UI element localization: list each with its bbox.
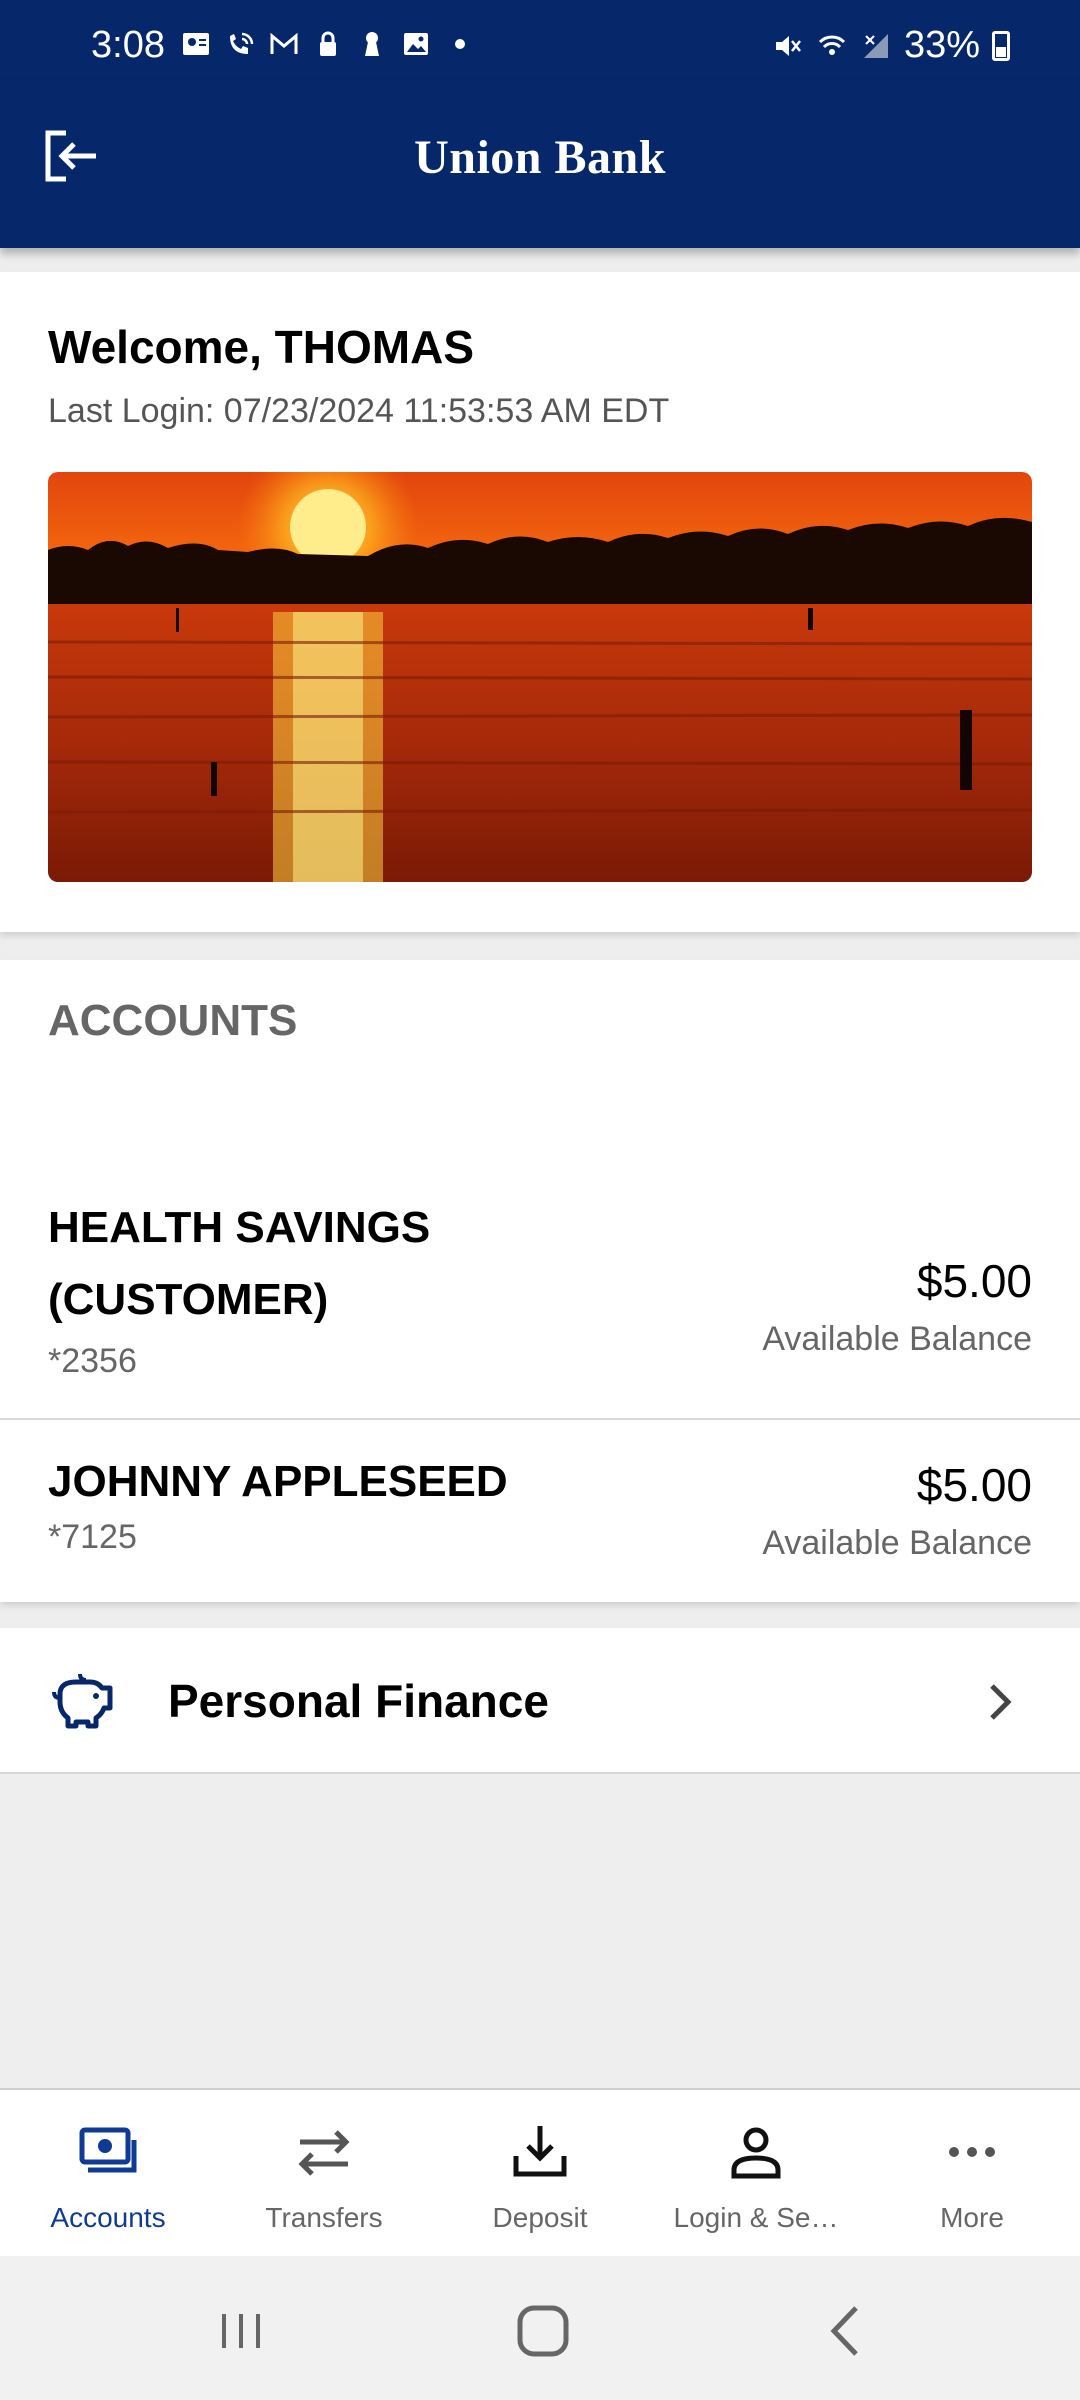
- signal-icon: [863, 33, 888, 58]
- wifi-call-icon: [230, 32, 254, 54]
- tab-more[interactable]: More: [864, 2090, 1080, 2258]
- home-icon[interactable]: [508, 2296, 578, 2366]
- hero-image: [48, 472, 1032, 882]
- status-bar: 3:08 33%: [0, 0, 1080, 80]
- system-nav-bar: [0, 2256, 1080, 2400]
- gallery-icon: [404, 33, 428, 55]
- last-login: Last Login: 07/23/2024 11:53:53 AM EDT: [48, 392, 670, 430]
- mute-icon: [775, 35, 801, 56]
- account-divider: [0, 1418, 1080, 1420]
- piggy-bank-icon: [52, 1673, 113, 1729]
- account-number: *2356: [48, 1342, 137, 1380]
- keyhole-icon: [365, 32, 379, 56]
- tab-label: Deposit: [492, 2202, 588, 2233]
- recent-apps-icon[interactable]: [206, 2296, 276, 2366]
- tab-transfers[interactable]: Transfers: [216, 2090, 432, 2258]
- tab-label: Accounts: [50, 2202, 166, 2233]
- tab-label: Login & Se…: [673, 2202, 839, 2233]
- gmail-icon: [270, 32, 298, 54]
- more-icon: [949, 2147, 995, 2157]
- back-icon[interactable]: [812, 2296, 882, 2366]
- battery-percent: 33%: [903, 24, 980, 66]
- status-time: 3:08: [91, 24, 165, 66]
- tab-label: Transfers: [265, 2202, 383, 2233]
- balance-label: Available Balance: [762, 1320, 1032, 1358]
- user-icon: [731, 2127, 781, 2179]
- welcome-title: Welcome, THOMAS: [48, 321, 474, 373]
- tab-login-security[interactable]: Login & Se…: [648, 2090, 864, 2258]
- accounts-card: ACCOUNTS HEALTH SAVINGS (CUSTOMER) *2356…: [0, 960, 1080, 1602]
- wifi-icon: [818, 35, 845, 55]
- accounts-heading: ACCOUNTS: [48, 996, 298, 1045]
- system-status: 33%: [772, 24, 1010, 67]
- balance-label: Available Balance: [762, 1524, 1032, 1562]
- account-row[interactable]: HEALTH SAVINGS (CUSTOMER) *2356 $5.00 Av…: [0, 1192, 1080, 1380]
- personal-finance-row[interactable]: Personal Finance: [0, 1628, 1080, 1774]
- notification-icons: [180, 28, 476, 60]
- welcome-card: Welcome, THOMAS Last Login: 07/23/2024 1…: [0, 272, 1080, 932]
- account-name: JOHNNY APPLESEED: [48, 1457, 508, 1506]
- personal-finance-label: Personal Finance: [168, 1675, 549, 1727]
- tab-label: More: [940, 2202, 1004, 2233]
- app-header: Union Bank: [0, 80, 1080, 248]
- account-balance: $5.00: [916, 1255, 1032, 1307]
- account-name-line1: HEALTH SAVINGS: [48, 1203, 431, 1252]
- tab-accounts[interactable]: Accounts: [0, 2090, 216, 2258]
- account-row[interactable]: JOHNNY APPLESEED *7125 $5.00 Available B…: [0, 1446, 1080, 1576]
- account-name-line2: (CUSTOMER): [48, 1275, 329, 1324]
- deposit-icon: [513, 2126, 567, 2177]
- dot-icon: [455, 39, 465, 49]
- contacts-icon: [183, 33, 209, 55]
- bottom-tab-bar: Accounts Transfers Deposit Login & Se… M…: [0, 2088, 1080, 2256]
- brand-logo: Union Bank: [414, 131, 666, 184]
- chevron-right-icon: [990, 1684, 1012, 1720]
- accounts-icon: [79, 2127, 137, 2173]
- lock-icon: [320, 31, 336, 56]
- account-number: *7125: [48, 1518, 137, 1556]
- tab-deposit[interactable]: Deposit: [432, 2090, 648, 2258]
- battery-icon: [992, 30, 1010, 61]
- account-balance: $5.00: [916, 1459, 1032, 1511]
- transfers-icon: [298, 2130, 350, 2176]
